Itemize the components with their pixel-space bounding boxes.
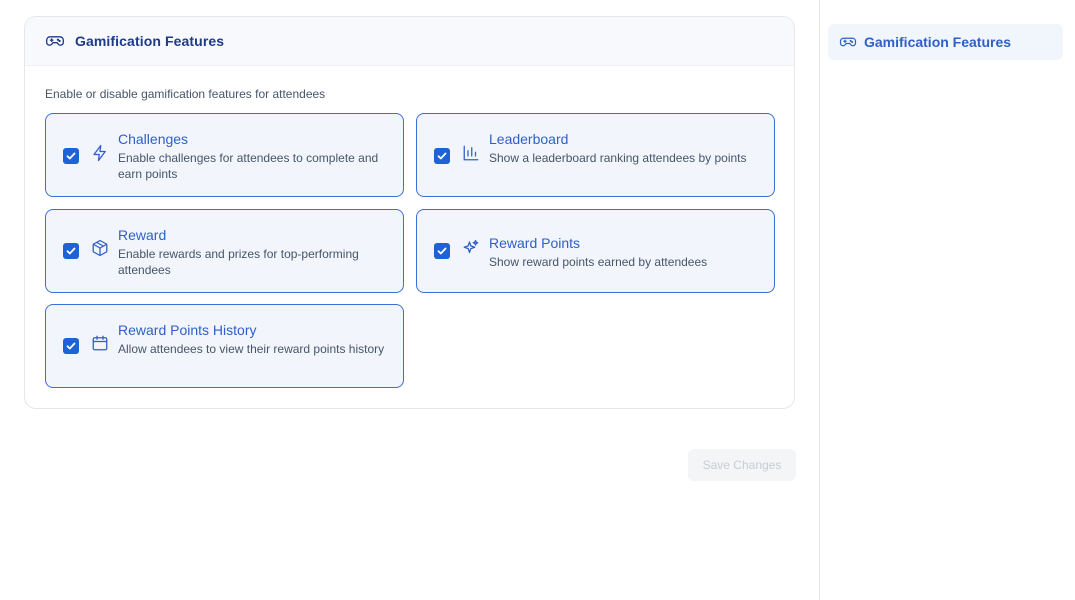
feature-name: Reward Points History bbox=[118, 322, 257, 338]
feature-name: Leaderboard bbox=[489, 131, 569, 147]
right-sidebar: Gamification Features bbox=[820, 0, 1075, 600]
main-content: Gamification Features Enable or disable … bbox=[0, 0, 820, 600]
feature-description: Enable rewards and prizes for top-perfor… bbox=[118, 247, 359, 277]
save-changes-button[interactable]: Save Changes bbox=[688, 449, 796, 481]
feature-description: Enable challenges for attendees to compl… bbox=[118, 151, 379, 181]
feature-name: Reward Points bbox=[489, 235, 581, 251]
sparkles-icon bbox=[462, 239, 480, 257]
card-title: Gamification Features bbox=[75, 33, 225, 49]
lightning-icon bbox=[91, 144, 109, 162]
feature-card-leaderboard[interactable]: Leaderboard Show a leaderboard ranking a… bbox=[416, 113, 775, 197]
sidebar-item-label: Gamification Features bbox=[864, 34, 1012, 50]
feature-description: Show a leaderboard ranking attendees by … bbox=[489, 151, 747, 165]
reward-checkbox[interactable] bbox=[63, 243, 79, 259]
feature-description: Allow attendees to view their reward poi… bbox=[118, 342, 385, 356]
bar-chart-icon bbox=[462, 144, 480, 162]
feature-card-reward-points-history[interactable]: Reward Points History Allow attendees to… bbox=[45, 304, 404, 388]
card-header: Gamification Features bbox=[25, 17, 794, 66]
feature-card-challenges[interactable]: Challenges Enable challenges for attende… bbox=[45, 113, 404, 197]
feature-description: Show reward points earned by attendees bbox=[489, 255, 708, 269]
sidebar-item-gamification-features[interactable]: Gamification Features bbox=[828, 24, 1063, 60]
package-icon bbox=[91, 239, 109, 257]
challenges-checkbox[interactable] bbox=[63, 148, 79, 164]
section-description: Enable or disable gamification features … bbox=[45, 87, 326, 101]
feature-name: Challenges bbox=[118, 131, 189, 147]
reward-points-checkbox[interactable] bbox=[434, 243, 450, 259]
gamepad-icon bbox=[45, 31, 65, 51]
feature-name: Reward bbox=[118, 227, 167, 243]
reward-points-history-checkbox[interactable] bbox=[63, 338, 79, 354]
gamepad-icon bbox=[839, 33, 857, 51]
feature-card-reward[interactable]: Reward Enable rewards and prizes for top… bbox=[45, 209, 404, 293]
leaderboard-checkbox[interactable] bbox=[434, 148, 450, 164]
feature-card-reward-points[interactable]: Reward Points Show reward points earned … bbox=[416, 209, 775, 293]
calendar-icon bbox=[91, 334, 109, 352]
